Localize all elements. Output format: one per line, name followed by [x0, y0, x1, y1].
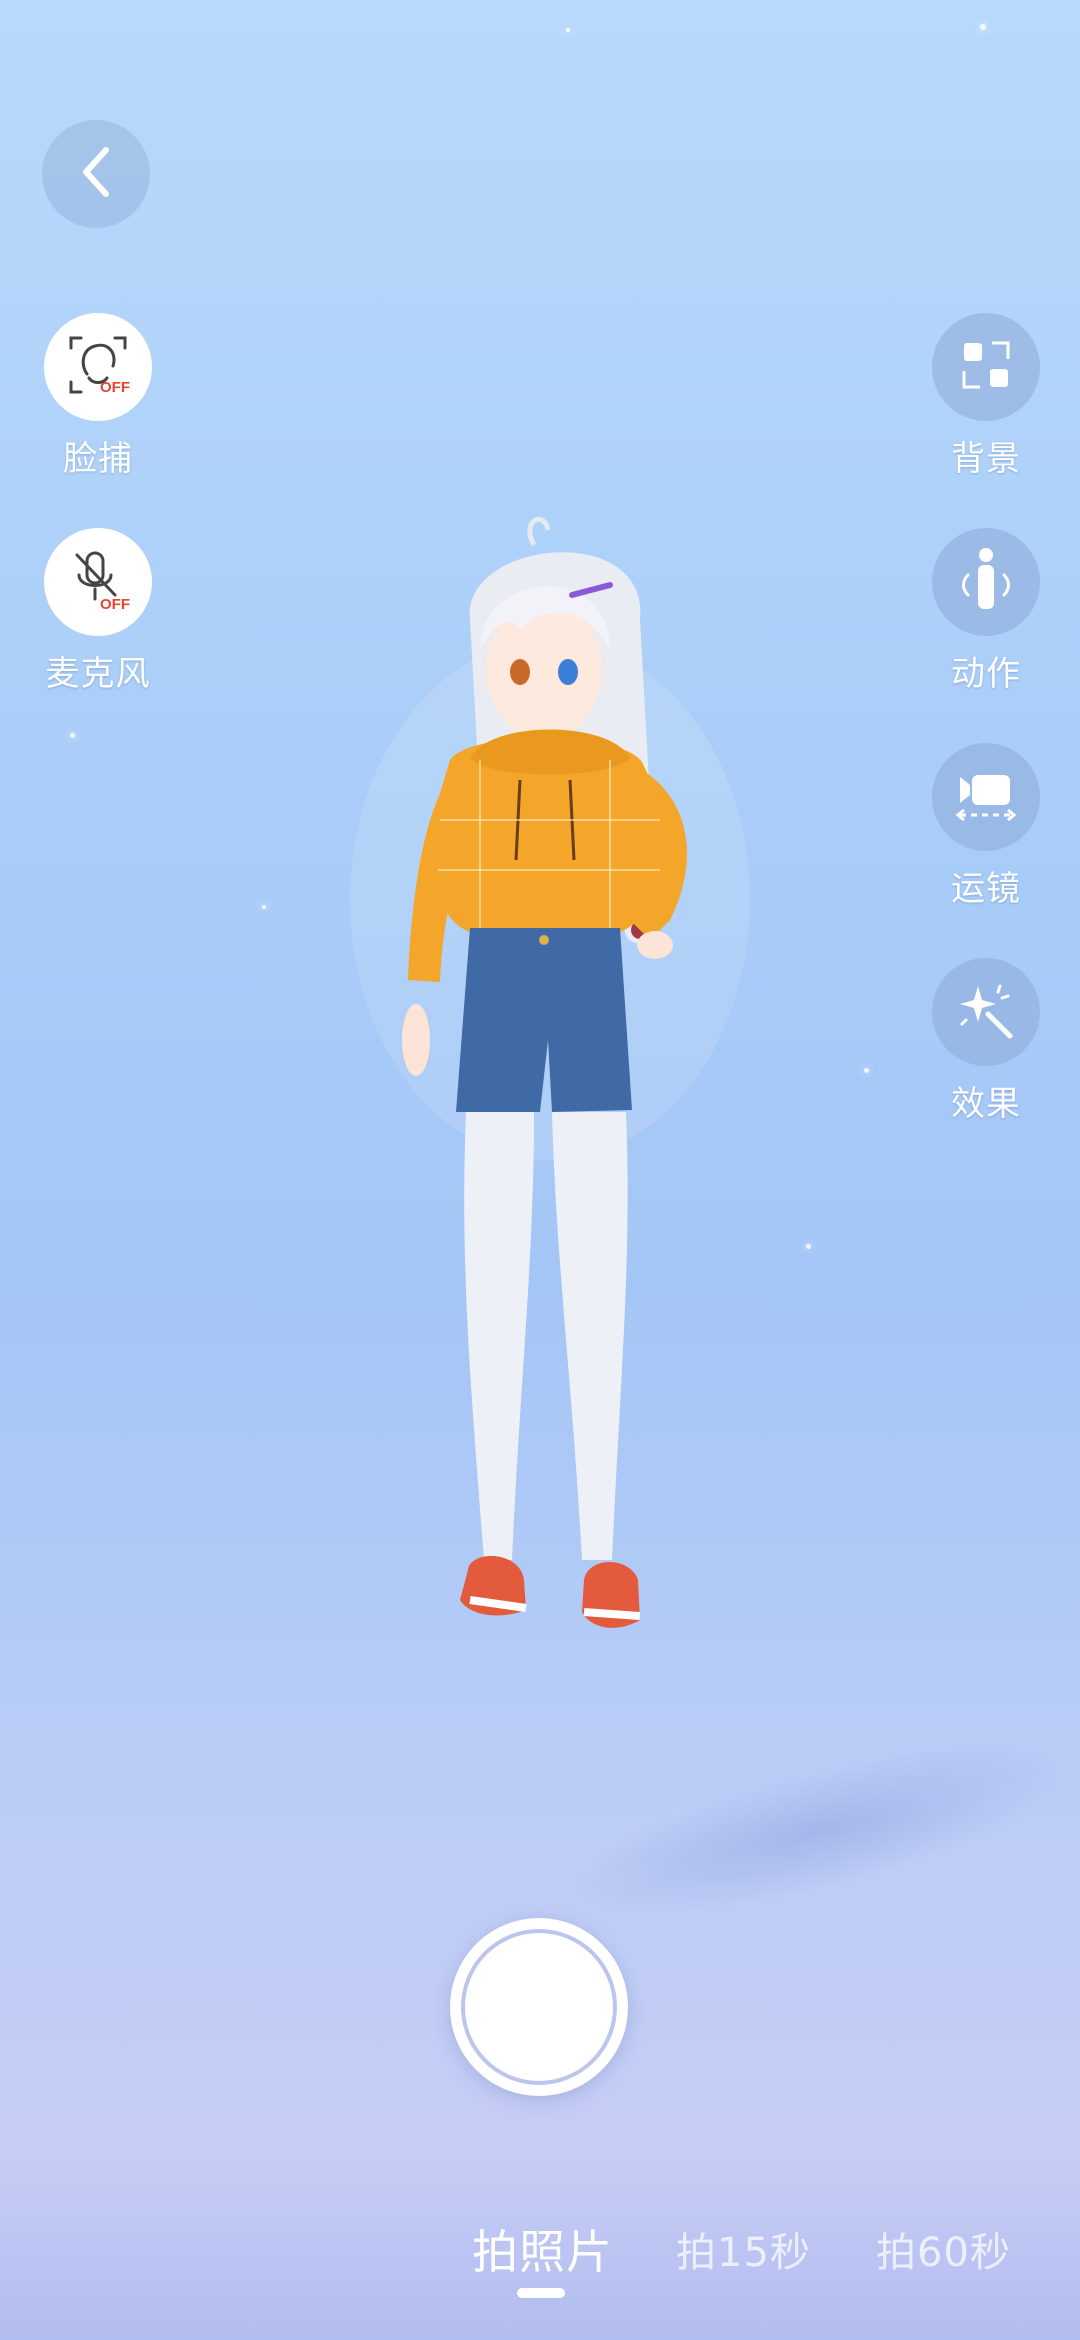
- sparkle: [566, 28, 570, 32]
- face-capture-control[interactable]: OFF 脸捕: [28, 313, 168, 480]
- background-control[interactable]: 背景: [916, 313, 1056, 480]
- microphone-off-icon: OFF: [63, 545, 133, 619]
- face-scan-icon: OFF: [63, 330, 133, 404]
- camera-move-icon: [954, 765, 1018, 829]
- avatar-character[interactable]: [320, 500, 780, 1930]
- person-motion-icon: [956, 545, 1016, 619]
- sparkle: [70, 733, 75, 738]
- effects-button[interactable]: [932, 958, 1040, 1066]
- camera-move-button[interactable]: [932, 743, 1040, 851]
- back-button[interactable]: [42, 120, 150, 228]
- face-capture-status: OFF: [100, 379, 130, 396]
- mode-tab-60s[interactable]: 拍60秒: [876, 2220, 1011, 2278]
- motion-control[interactable]: 动作: [916, 528, 1056, 695]
- sparkle: [806, 1244, 811, 1249]
- face-capture-label: 脸捕: [63, 439, 133, 479]
- shutter-button[interactable]: [450, 1918, 628, 2096]
- magic-wand-icon: [954, 978, 1018, 1046]
- background-button[interactable]: [932, 313, 1040, 421]
- sparkle: [262, 905, 266, 909]
- microphone-status: OFF: [100, 596, 130, 613]
- motion-button[interactable]: [932, 528, 1040, 636]
- face-capture-button[interactable]: OFF: [44, 313, 152, 421]
- sparkle: [864, 1068, 869, 1073]
- motion-label: 动作: [951, 654, 1021, 694]
- microphone-control[interactable]: OFF 麦克风: [28, 528, 168, 695]
- microphone-label: 麦克风: [45, 654, 151, 694]
- mode-tab-15s[interactable]: 拍15秒: [676, 2220, 811, 2278]
- background-grid-icon: [958, 337, 1014, 397]
- mode-selected-indicator: [517, 2288, 565, 2298]
- effects-label: 效果: [951, 1084, 1021, 1124]
- camera-move-label: 运镜: [951, 869, 1021, 909]
- sparkle: [980, 24, 986, 30]
- microphone-button[interactable]: OFF: [44, 528, 152, 636]
- shutter-inner-ring: [461, 1929, 617, 2085]
- mode-tab-photo[interactable]: 拍照片: [472, 2216, 613, 2282]
- avatar-camera-screen: OFF 脸捕 OFF 麦克风 背景 动作 运镜 效果 拍照片 拍15秒 拍60秒: [0, 0, 1080, 2340]
- camera-move-control[interactable]: 运镜: [916, 743, 1056, 910]
- chevron-left-icon: [76, 144, 116, 204]
- background-label: 背景: [951, 439, 1021, 479]
- effects-control[interactable]: 效果: [916, 958, 1056, 1125]
